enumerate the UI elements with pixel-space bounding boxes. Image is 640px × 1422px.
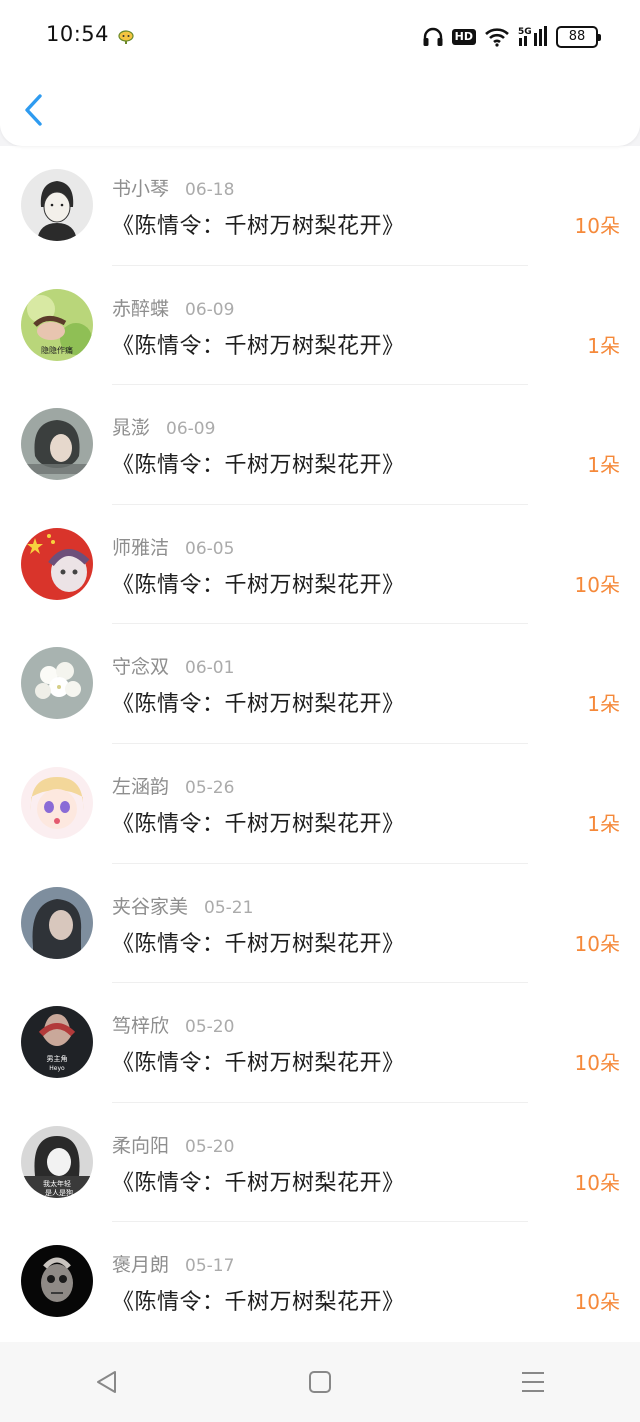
sender-name: 晁澎 xyxy=(112,417,151,440)
header: 10:54 HD 5G 88 xyxy=(0,0,640,146)
work-title: 《陈情令：千树万树梨花开》 xyxy=(112,931,405,957)
list-item[interactable]: 隐隐作痛 赤醉蝶 06-09 《陈情令：千树万树梨花开》 1朵 xyxy=(0,266,640,386)
chevron-left-icon xyxy=(25,94,42,126)
avatar-caption: 隐隐作痛 xyxy=(41,345,73,355)
flower-amount: 1朵 xyxy=(587,453,620,478)
flower-amount: 10朵 xyxy=(574,931,620,956)
battery-indicator: 88 xyxy=(556,26,601,48)
avatar-image xyxy=(21,408,93,481)
sender-name: 夹谷家美 xyxy=(112,895,189,918)
work-title: 《陈情令：千树万树梨花开》 xyxy=(112,572,405,598)
list-item[interactable]: 师雅洁 06-05 《陈情令：千树万树梨花开》 10朵 xyxy=(0,505,640,625)
avatar[interactable]: 隐隐作痛 xyxy=(21,288,93,361)
avatar-caption: 男主角 xyxy=(47,1054,68,1063)
avatar[interactable] xyxy=(21,408,93,481)
date: 05-26 xyxy=(185,777,235,798)
system-nav-bar xyxy=(0,1342,640,1422)
gift-record-list: 书小琴 06-18 《陈情令：千树万树梨花开》 10朵 隐隐作痛 赤醉蝶 06-09… xyxy=(0,146,640,1342)
list-item[interactable]: 守念双 06-01 《陈情令：千树万树梨花开》 1朵 xyxy=(0,624,640,744)
flower-amount: 10朵 xyxy=(574,572,620,597)
system-menu-button[interactable] xyxy=(503,1352,563,1412)
avatar[interactable] xyxy=(21,1245,93,1318)
date: 05-21 xyxy=(204,897,254,918)
sender-name: 左涵韵 xyxy=(112,775,170,798)
back-button[interactable] xyxy=(22,92,46,128)
list-item[interactable]: 男主角 Heyo 笃梓欣 05-20 《陈情令：千树万树梨花开》 10朵 xyxy=(0,983,640,1103)
avatar-image xyxy=(21,766,93,839)
avatar[interactable] xyxy=(21,647,93,720)
sender-name: 师雅洁 xyxy=(112,536,170,559)
battery-level: 88 xyxy=(568,29,586,44)
date: 05-20 xyxy=(185,1017,235,1038)
avatar[interactable]: 我太年轻 是人是狗 xyxy=(21,1125,93,1198)
avatar-image xyxy=(21,1245,93,1318)
avatar-image xyxy=(21,647,93,720)
work-title: 《陈情令：千树万树梨花开》 xyxy=(112,811,405,837)
notification-app-icon xyxy=(118,30,134,44)
hd-badge: HD xyxy=(451,29,476,45)
flower-amount: 10朵 xyxy=(574,1170,620,1195)
flower-amount: 10朵 xyxy=(574,1290,620,1315)
list-item[interactable]: 夹谷家美 05-21 《陈情令：千树万树梨花开》 10朵 xyxy=(0,864,640,984)
list-item[interactable]: 书小琴 06-18 《陈情令：千树万树梨花开》 10朵 xyxy=(0,146,640,266)
date: 06-01 xyxy=(185,658,235,679)
work-title: 《陈情令：千树万树梨花开》 xyxy=(112,692,405,718)
list-item[interactable]: 褒月朗 05-17 《陈情令：千树万树梨花开》 10朵 xyxy=(0,1222,640,1342)
work-title: 《陈情令：千树万树梨花开》 xyxy=(112,333,405,359)
flower-amount: 1朵 xyxy=(587,333,620,358)
avatar-caption: 是人是狗 xyxy=(45,1188,73,1197)
signal-5g-icon: 5G xyxy=(518,26,547,46)
work-title: 《陈情令：千树万树梨花开》 xyxy=(112,1051,405,1077)
triangle-back-icon xyxy=(96,1371,116,1393)
work-title: 《陈情令：千树万树梨花开》 xyxy=(112,453,405,479)
avatar-caption: Heyo xyxy=(49,1065,65,1072)
avatar[interactable] xyxy=(21,886,93,959)
sender-name: 柔向阳 xyxy=(112,1134,170,1157)
list-item[interactable]: 我太年轻 是人是狗 柔向阳 05-20 《陈情令：千树万树梨花开》 10朵 xyxy=(0,1103,640,1223)
avatar[interactable] xyxy=(21,527,93,600)
date: 05-20 xyxy=(185,1136,235,1157)
avatar-image: 男主角 Heyo xyxy=(21,1006,93,1079)
avatar-image xyxy=(21,527,93,600)
system-back-button[interactable] xyxy=(77,1352,137,1412)
list-item[interactable]: 晁澎 06-09 《陈情令：千树万树梨花开》 1朵 xyxy=(0,385,640,505)
sender-name: 褒月朗 xyxy=(112,1254,170,1277)
status-time: 10:54 xyxy=(46,22,110,46)
menu-lines-icon xyxy=(522,1372,545,1392)
date: 06-18 xyxy=(185,180,235,200)
sender-name: 赤醉蝶 xyxy=(112,297,170,320)
list-item[interactable]: 左涵韵 05-26 《陈情令：千树万树梨花开》 1朵 xyxy=(0,744,640,864)
wifi-icon xyxy=(485,28,509,47)
avatar-image xyxy=(21,169,93,241)
square-home-icon xyxy=(308,1371,331,1393)
sender-name: 笃梓欣 xyxy=(112,1015,170,1038)
headphones-icon xyxy=(423,27,443,46)
date: 06-09 xyxy=(185,299,235,320)
avatar-image xyxy=(21,886,93,959)
avatar[interactable] xyxy=(21,766,93,839)
work-title: 《陈情令：千树万树梨花开》 xyxy=(112,1170,405,1196)
flower-amount: 10朵 xyxy=(574,1051,620,1076)
date: 06-09 xyxy=(166,419,216,440)
avatar[interactable]: 男主角 Heyo xyxy=(21,1006,93,1079)
sender-name: 书小琴 xyxy=(112,178,170,200)
avatar-image: 隐隐作痛 xyxy=(21,288,93,361)
work-title: 《陈情令：千树万树梨花开》 xyxy=(112,1290,405,1316)
avatar-image: 我太年轻 是人是狗 xyxy=(21,1125,93,1198)
avatar-caption: 我太年轻 xyxy=(43,1179,71,1188)
date: 05-17 xyxy=(185,1256,235,1277)
work-title: 《陈情令：千树万树梨花开》 xyxy=(112,214,405,239)
flower-amount: 1朵 xyxy=(587,811,620,836)
flower-amount: 10朵 xyxy=(574,214,620,238)
avatar[interactable] xyxy=(21,169,93,241)
system-home-button[interactable] xyxy=(290,1352,350,1412)
sender-name: 守念双 xyxy=(112,656,170,679)
screen: 10:54 HD 5G 88 书小琴 06-18 《陈情令：千树万树梨花开》 1… xyxy=(0,0,640,1422)
network-label: 5G xyxy=(518,27,532,37)
flower-amount: 1朵 xyxy=(587,692,620,717)
date: 06-05 xyxy=(185,538,235,559)
status-icons: HD 5G 88 xyxy=(422,24,601,50)
